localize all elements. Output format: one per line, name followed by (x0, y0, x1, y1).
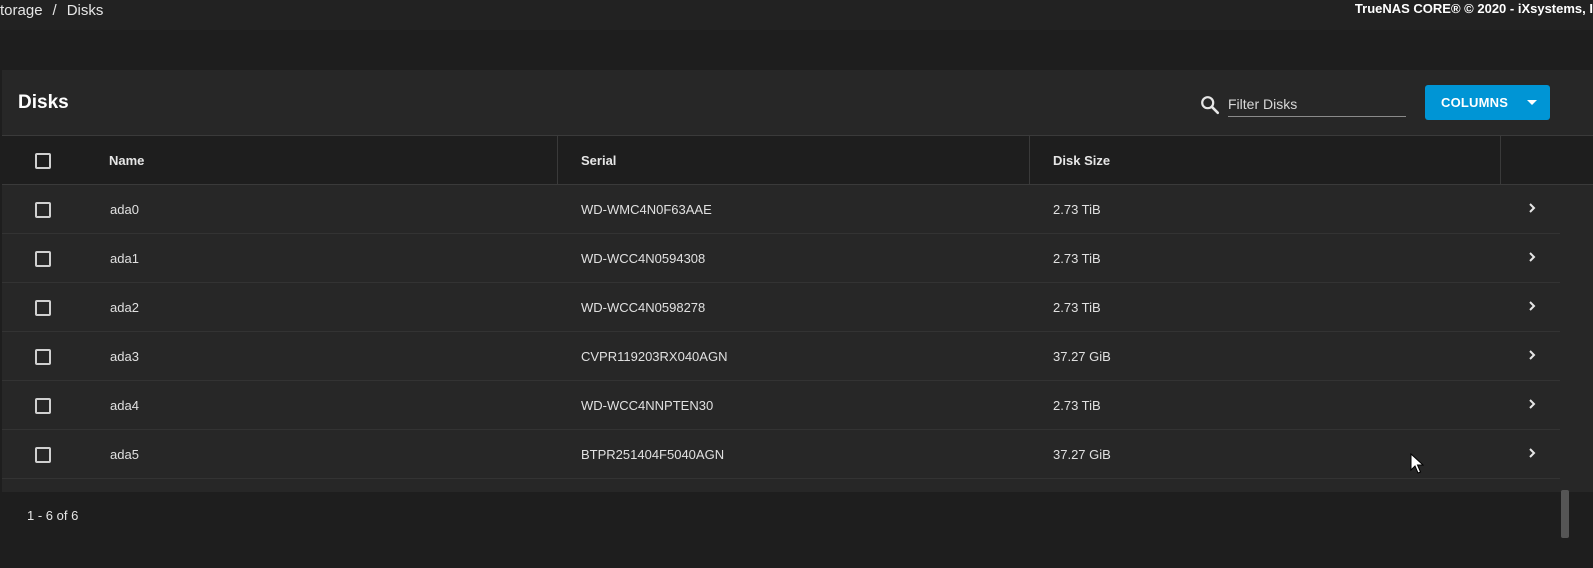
table-row[interactable]: ada4 WD-WCC4NNPTEN30 2.73 TiB (2, 381, 1560, 430)
disk-name: ada4 (110, 397, 139, 413)
breadcrumb-item-disks: Disks (66, 1, 104, 19)
breadcrumb: torage / Disks (0, 0, 103, 20)
disk-name: ada5 (110, 446, 139, 462)
disk-serial: WD-WCC4N0598278 (581, 299, 706, 315)
top-bar: torage / Disks TrueNAS CORE® © 2020 - iX… (0, 0, 1593, 30)
chevron-right-icon[interactable] (1527, 447, 1537, 459)
disk-size: 2.73 TiB (1053, 299, 1101, 315)
table-row[interactable]: ada3 CVPR119203RX040AGN 37.27 GiB (2, 332, 1560, 381)
columns-button-label: COLUMNS (1441, 95, 1509, 110)
column-header-serial[interactable]: Serial (581, 136, 616, 184)
chevron-right-icon[interactable] (1527, 300, 1537, 312)
disk-name: ada1 (110, 250, 139, 266)
paginator-range: 1 - 6 of 6 (27, 508, 79, 523)
row-checkbox[interactable] (35, 202, 51, 218)
table-row[interactable]: ada5 BTPR251404F5040AGN 37.27 GiB (2, 430, 1560, 479)
chevron-right-icon[interactable] (1527, 251, 1537, 263)
disk-size: 37.27 GiB (1053, 446, 1111, 462)
table-row[interactable]: ada0 WD-WMC4N0F63AAE 2.73 TiB (2, 185, 1560, 234)
disk-serial: WD-WCC4NNPTEN30 (581, 397, 714, 413)
caret-down-icon[interactable] (1527, 100, 1537, 105)
table-header: Name Serial Disk Size (2, 136, 1593, 185)
row-checkbox[interactable] (35, 447, 51, 463)
column-header-disk-size[interactable]: Disk Size (1053, 136, 1110, 184)
disk-serial: CVPR119203RX040AGN (581, 348, 728, 364)
filter-disks-input[interactable] (1228, 91, 1406, 117)
disk-name: ada2 (110, 299, 139, 315)
row-checkbox[interactable] (35, 300, 51, 316)
chevron-right-icon[interactable] (1527, 202, 1537, 214)
columns-button[interactable]: COLUMNS (1425, 85, 1550, 120)
column-header-name[interactable]: Name (109, 136, 144, 184)
disk-serial: WD-WCC4N0594308 (581, 250, 706, 266)
search-icon (1201, 96, 1220, 115)
breadcrumb-item-storage[interactable]: torage (0, 2, 43, 19)
table-row[interactable]: ada1 WD-WCC4N0594308 2.73 TiB (2, 234, 1560, 283)
select-all-checkbox[interactable] (35, 153, 51, 169)
copyright-text[interactable]: TrueNAS CORE® © 2020 - iXsystems, I (1355, 1, 1593, 16)
scrollbar-thumb[interactable] (1561, 490, 1569, 538)
row-checkbox[interactable] (35, 251, 51, 267)
card-header: Disks COLUMNS (2, 70, 1593, 136)
disk-serial: WD-WMC4N0F63AAE (581, 201, 712, 217)
column-divider (1029, 136, 1030, 184)
breadcrumb-separator: / (52, 1, 57, 19)
row-checkbox[interactable] (35, 398, 51, 414)
disk-name: ada3 (110, 348, 139, 364)
table-footer: 1 - 6 of 6 (2, 492, 1593, 541)
row-checkbox[interactable] (35, 349, 51, 365)
disk-name: ada0 (110, 201, 139, 217)
table-row[interactable]: ada2 WD-WCC4N0598278 2.73 TiB (2, 283, 1560, 332)
disk-size: 2.73 TiB (1053, 250, 1101, 266)
disk-serial: BTPR251404F5040AGN (581, 446, 725, 462)
disk-size: 2.73 TiB (1053, 397, 1101, 413)
mouse-cursor-icon (1410, 453, 1424, 474)
disk-size: 2.73 TiB (1053, 201, 1101, 217)
chevron-right-icon[interactable] (1527, 349, 1537, 361)
disk-size: 37.27 GiB (1053, 348, 1111, 364)
chevron-right-icon[interactable] (1527, 398, 1537, 410)
column-divider (1500, 136, 1501, 184)
disks-card: Disks COLUMNS Name Serial Disk Size ada0… (2, 70, 1593, 541)
page-title: Disks (18, 92, 69, 113)
column-divider (557, 136, 558, 184)
